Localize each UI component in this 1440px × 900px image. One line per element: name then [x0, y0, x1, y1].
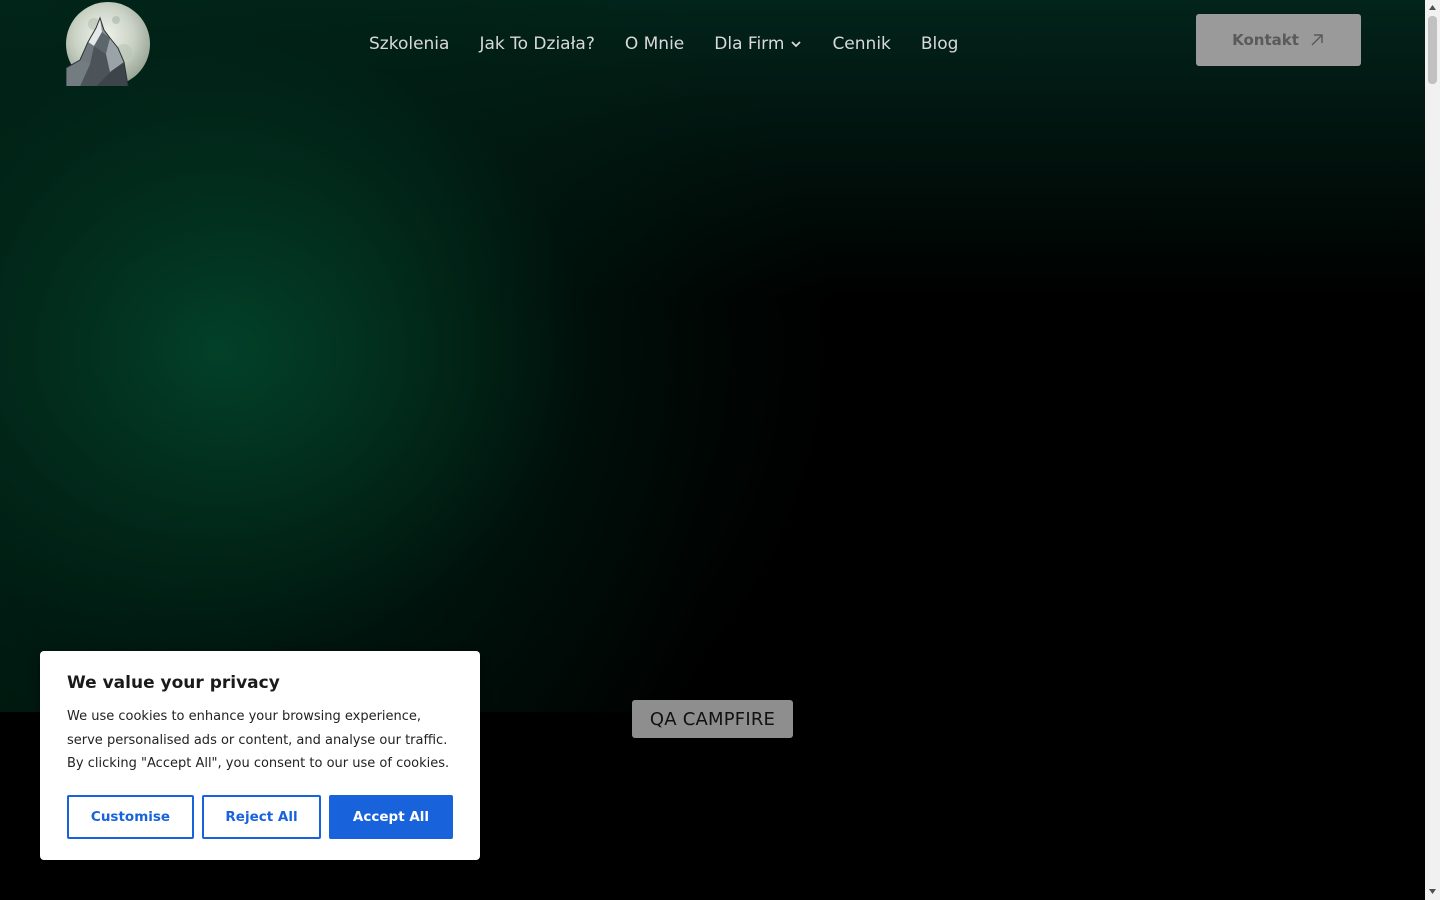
wolf-moon-logo-icon [65, 2, 150, 87]
nav-item-dla-firm[interactable]: Dla Firm [714, 30, 802, 58]
nav-item-o-mnie[interactable]: O Mnie [625, 30, 684, 58]
nav-label: O Mnie [624, 34, 685, 54]
hero-heading-fragment [396, 294, 596, 298]
scroll-down-icon[interactable] [1428, 887, 1437, 896]
cookie-title: We value your privacy [67, 673, 280, 693]
badge-label: QA CAMPFIRE [649, 708, 776, 730]
contact-label: Kontakt [1232, 31, 1299, 49]
page-scrollbar[interactable] [1425, 0, 1440, 900]
nav-item-cennik[interactable]: Cennik [832, 30, 890, 58]
scrollbar-thumb[interactable] [1428, 16, 1437, 84]
nav-item-szkolenia[interactable]: Szkolenia [369, 30, 449, 58]
scroll-up-icon[interactable] [1428, 3, 1437, 12]
nav-label: Dla Firm [714, 34, 785, 54]
reject-all-button[interactable]: Reject All [202, 795, 321, 839]
arrow-up-right-icon [1311, 34, 1323, 46]
cookie-actions: Customise Reject All Accept All [67, 795, 453, 839]
customise-button[interactable]: Customise [67, 795, 194, 839]
accept-all-button[interactable]: Accept All [329, 795, 453, 839]
nav-label: Blog [920, 34, 959, 54]
cookie-description: We use cookies to enhance your browsing … [67, 709, 450, 771]
page: Szkolenia Jak To Działa? O Mnie Dla Firm… [0, 0, 1425, 900]
qa-campfire-badge: QA CAMPFIRE [632, 700, 793, 738]
nav-label: Jak To Działa? [479, 34, 595, 54]
chevron-down-icon [791, 41, 802, 48]
main-nav: Szkolenia Jak To Działa? O Mnie Dla Firm… [369, 30, 988, 58]
logo[interactable] [65, 2, 150, 87]
nav-item-blog[interactable]: Blog [921, 30, 959, 58]
cookie-consent-banner: We value your privacy We use cookies to … [40, 651, 480, 860]
hero-glow [0, 0, 700, 712]
nav-item-jak-to-dziala[interactable]: Jak To Działa? [479, 30, 594, 58]
contact-button[interactable]: Kontakt [1196, 14, 1361, 66]
nav-label: Cennik [832, 34, 891, 54]
section-heading-fragment [486, 810, 666, 814]
nav-label: Szkolenia [369, 34, 450, 54]
